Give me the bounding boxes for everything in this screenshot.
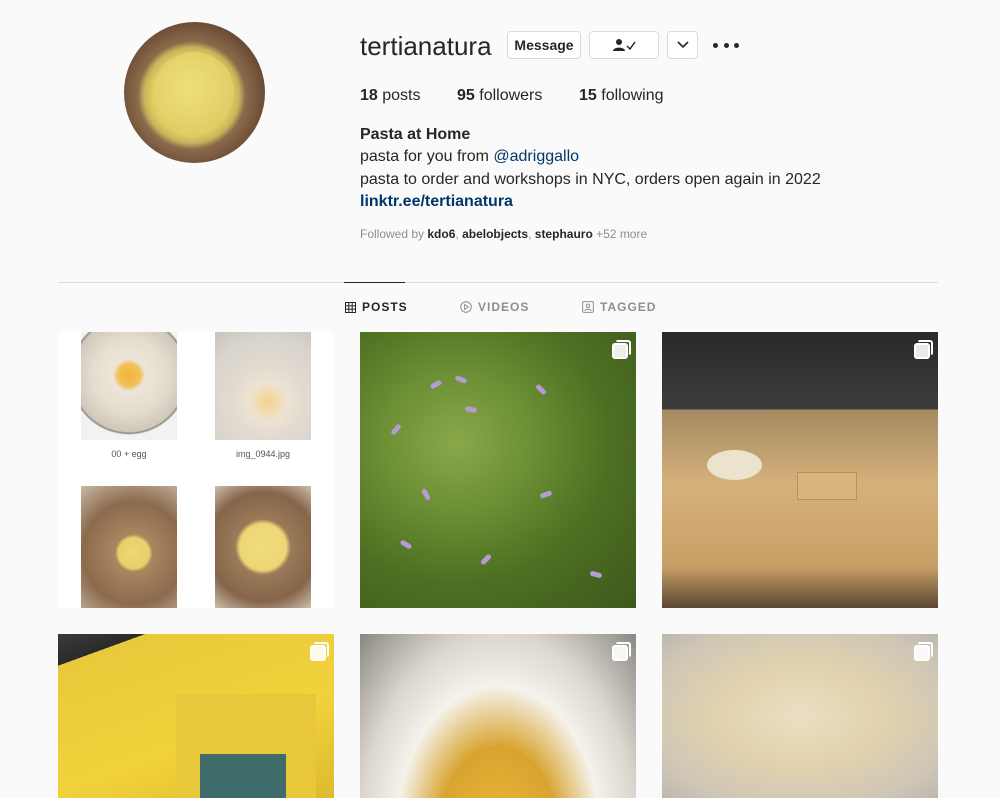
collage-photo-dough-flat xyxy=(215,486,311,608)
collage-photo-dough-ball xyxy=(81,486,177,608)
followed-by-prefix: Followed by xyxy=(360,227,428,241)
tabs-divider xyxy=(58,282,938,283)
followed-user[interactable]: abelobjects xyxy=(462,227,528,241)
collage-photo-flour-eggs xyxy=(81,332,177,440)
bio-line-1: pasta for you from @adriggallo xyxy=(360,147,579,167)
collage-caption: img_0944.jpg xyxy=(235,449,291,459)
tab-tagged[interactable]: TAGGED xyxy=(582,299,656,315)
dot-icon xyxy=(723,42,729,48)
following-count-value: 15 xyxy=(579,87,597,104)
post-tile[interactable]: 00 + egg img_0944.jpg xyxy=(58,332,334,608)
dot-icon xyxy=(713,42,718,48)
followed-by[interactable]: Followed by kdo6, abelobjects, stephauro… xyxy=(360,226,647,242)
following-link[interactable]: 15 following xyxy=(579,86,664,106)
suggested-dropdown-button[interactable] xyxy=(667,31,698,59)
posts-count-value: 18 xyxy=(360,87,378,104)
avatar-dough xyxy=(154,52,234,132)
post-tile[interactable] xyxy=(58,634,334,798)
collage-photo-flour-hand xyxy=(215,332,311,440)
followed-more[interactable]: +52 more xyxy=(596,227,647,241)
post-tile[interactable] xyxy=(360,332,636,608)
post-tile[interactable] xyxy=(662,332,938,608)
following-button[interactable] xyxy=(589,31,659,59)
bio-line-1-text: pasta for you from xyxy=(360,148,494,165)
multiple-posts-icon xyxy=(612,340,631,359)
post-tile[interactable] xyxy=(662,634,938,798)
collage-caption: 00 + egg xyxy=(111,449,147,459)
multiple-posts-icon xyxy=(612,642,631,661)
grid-icon xyxy=(345,301,356,313)
message-button[interactable]: Message xyxy=(507,31,581,59)
tab-videos[interactable]: VIDEOS xyxy=(460,299,529,315)
dot-icon xyxy=(734,42,739,48)
play-circle-icon xyxy=(460,301,472,313)
profile-avatar[interactable] xyxy=(124,22,265,163)
chevron-down-icon xyxy=(676,41,689,49)
person-check-icon xyxy=(613,39,636,51)
active-tab-indicator xyxy=(344,282,405,283)
tab-posts-label: POSTS xyxy=(362,300,408,314)
following-count-label: following xyxy=(601,87,664,104)
multiple-posts-icon xyxy=(914,642,933,661)
dough-lump xyxy=(707,450,762,480)
bio-name: Pasta at Home xyxy=(360,126,471,143)
profile-username: tertianatura xyxy=(360,31,492,61)
gnocchi-board xyxy=(797,472,857,500)
tab-posts[interactable]: POSTS xyxy=(345,299,408,315)
bio-line-2: pasta to order and workshops in NYC, ord… xyxy=(360,171,821,188)
more-options-button[interactable] xyxy=(713,35,739,55)
followers-count-value: 95 xyxy=(457,87,475,104)
tag-person-icon xyxy=(582,301,594,313)
bio-mention-link[interactable]: @adriggallo xyxy=(493,148,579,165)
bio-external-link[interactable]: linktr.ee/tertianatura xyxy=(360,192,513,212)
tab-videos-label: VIDEOS xyxy=(478,300,530,314)
multiple-posts-icon xyxy=(914,340,933,359)
followed-user[interactable]: kdo6 xyxy=(427,227,455,241)
followers-count-label: followers xyxy=(479,87,543,104)
multiple-posts-icon xyxy=(310,642,329,661)
posts-count: 18 posts xyxy=(360,86,421,106)
screen-photo xyxy=(200,754,286,798)
followed-user[interactable]: stephauro xyxy=(535,227,593,241)
posts-count-label: posts xyxy=(382,87,421,104)
tab-tagged-label: TAGGED xyxy=(600,300,657,314)
post-tile[interactable] xyxy=(360,634,636,798)
followers-link[interactable]: 95 followers xyxy=(457,86,542,106)
